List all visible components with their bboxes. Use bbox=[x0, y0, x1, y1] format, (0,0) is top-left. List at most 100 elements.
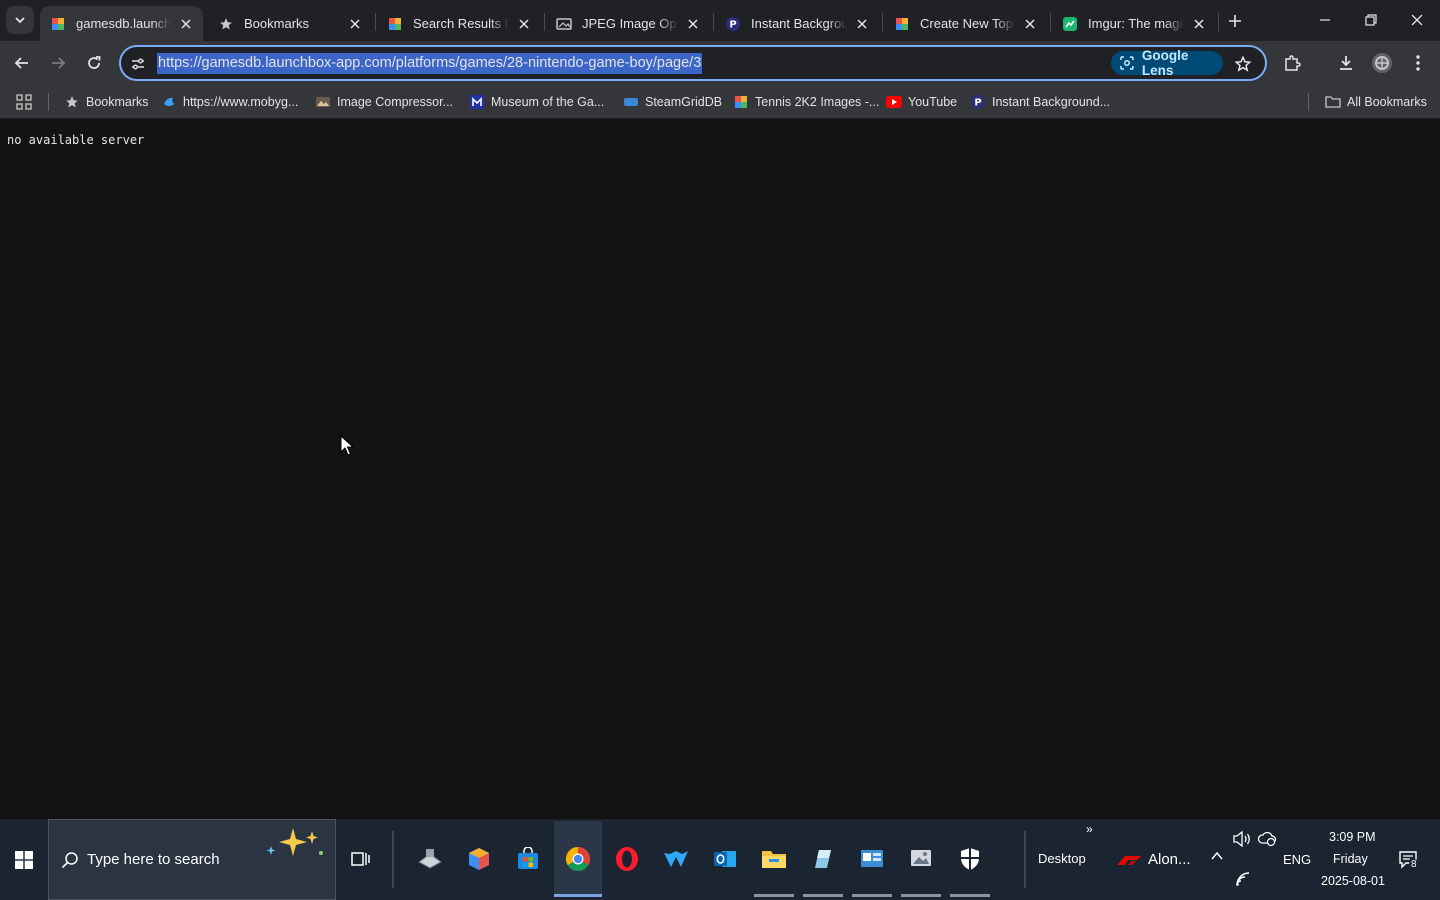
tab-imgur[interactable]: Imgur: The magic bbox=[1052, 6, 1216, 41]
outlook-icon bbox=[714, 851, 736, 867]
taskbar-app-waves[interactable] bbox=[652, 821, 700, 897]
start-button[interactable] bbox=[0, 819, 48, 900]
close-tab-icon[interactable] bbox=[853, 15, 871, 33]
taskbar-app-opera[interactable] bbox=[603, 821, 651, 897]
image-viewer-icon bbox=[911, 850, 931, 866]
google-lens-button[interactable]: Google Lens bbox=[1111, 48, 1223, 78]
bookmark-star-button[interactable] bbox=[1229, 50, 1257, 78]
close-window-button[interactable] bbox=[1394, 0, 1440, 40]
more-vert-icon bbox=[1416, 55, 1420, 71]
downloads-button[interactable] bbox=[1330, 47, 1362, 79]
page-content: no available server bbox=[0, 120, 1440, 819]
forward-button[interactable] bbox=[42, 47, 74, 79]
clock-day[interactable]: Friday bbox=[1333, 852, 1368, 866]
folder-icon bbox=[1325, 94, 1341, 110]
desktop-toolbar-label[interactable]: Desktop bbox=[1038, 851, 1086, 866]
show-hidden-icons-button[interactable] bbox=[1210, 849, 1224, 866]
bookmark-item[interactable]: Bookmarks bbox=[64, 90, 149, 114]
launchbox-icon bbox=[469, 848, 489, 870]
task-view-icon bbox=[351, 852, 370, 866]
taskbar-app-chrome[interactable] bbox=[554, 821, 602, 897]
svg-text:P: P bbox=[729, 19, 736, 30]
jpeg-optimizer-icon bbox=[556, 16, 572, 32]
profile-button[interactable] bbox=[1366, 47, 1398, 79]
tab-search-button[interactable] bbox=[6, 6, 34, 34]
close-tab-icon[interactable] bbox=[1190, 15, 1208, 33]
taskbar-app-file-explorer[interactable] bbox=[750, 821, 798, 897]
tab-jpeg-optimizer[interactable]: JPEG Image Optim bbox=[546, 6, 710, 41]
chrome-icon bbox=[565, 847, 591, 872]
tab-instant-background[interactable]: P Instant Backgroun bbox=[715, 6, 879, 41]
cloud-sync-icon bbox=[1257, 831, 1277, 847]
mouse-cursor-icon bbox=[340, 435, 354, 456]
tune-icon bbox=[132, 58, 144, 70]
taskbar-app-security[interactable] bbox=[946, 821, 994, 897]
close-tab-icon[interactable] bbox=[177, 15, 195, 33]
reload-button[interactable] bbox=[78, 47, 110, 79]
taskbar-app-store[interactable] bbox=[504, 821, 552, 897]
network-button[interactable] bbox=[1235, 871, 1251, 890]
tab-title: Instant Backgroun bbox=[751, 16, 847, 31]
apps-button[interactable] bbox=[16, 90, 32, 114]
bookmark-item[interactable]: YouTube bbox=[886, 90, 957, 114]
onedrive-button[interactable] bbox=[1257, 831, 1277, 850]
close-tab-icon[interactable] bbox=[1021, 15, 1039, 33]
address-bar[interactable]: https://gamesdb.launchbox-app.com/platfo… bbox=[119, 45, 1267, 81]
bookmark-item[interactable]: SteamGridDB bbox=[623, 90, 722, 114]
toolbar-expand-icon[interactable]: » bbox=[1086, 822, 1093, 836]
close-tab-icon[interactable] bbox=[346, 15, 364, 33]
close-tab-icon[interactable] bbox=[684, 15, 702, 33]
tab-title: gamesdb.launchbox bbox=[76, 16, 171, 31]
tab-create-new-topic[interactable]: Create New Topic bbox=[884, 6, 1047, 41]
volume-button[interactable] bbox=[1232, 830, 1252, 850]
taskbar-app-outlook[interactable] bbox=[701, 821, 749, 897]
shield-icon bbox=[961, 848, 979, 870]
bookmark-item[interactable]: Image Compressor... bbox=[315, 90, 453, 114]
tab-bookmarks[interactable]: Bookmarks bbox=[208, 6, 372, 41]
task-view-button[interactable] bbox=[346, 845, 374, 873]
minimize-button[interactable] bbox=[1302, 0, 1348, 40]
apps-grid-icon bbox=[16, 94, 32, 110]
notifications-button[interactable]: 8 bbox=[1398, 849, 1420, 874]
tab-search-results[interactable]: Search Results for bbox=[377, 6, 541, 41]
minimize-icon bbox=[1320, 19, 1330, 21]
star-icon bbox=[64, 94, 80, 110]
taskbar-app-photos[interactable] bbox=[897, 821, 945, 897]
launchbox-icon bbox=[733, 94, 749, 110]
clock-date[interactable]: 2025-08-01 bbox=[1321, 874, 1385, 888]
chevron-up-icon bbox=[1211, 851, 1223, 860]
close-tab-icon[interactable] bbox=[515, 15, 533, 33]
back-button[interactable] bbox=[6, 47, 38, 79]
bookmark-item[interactable]: Museum of the Ga... bbox=[469, 90, 604, 114]
restore-button[interactable] bbox=[1348, 0, 1394, 40]
new-tab-button[interactable] bbox=[1222, 8, 1248, 34]
steamgriddb-icon bbox=[623, 94, 639, 110]
taskbar-app-retro-console[interactable] bbox=[406, 821, 454, 897]
all-bookmarks-button[interactable]: All Bookmarks bbox=[1325, 90, 1427, 114]
clock-time[interactable]: 3:09 PM bbox=[1329, 830, 1376, 844]
tab-gamesdb[interactable]: gamesdb.launchbox bbox=[40, 6, 203, 41]
taskbar-app-launchbox[interactable] bbox=[455, 821, 503, 897]
taskbar-app-pen-tool[interactable] bbox=[799, 821, 847, 897]
pen-icon bbox=[815, 850, 831, 868]
mobygames-icon bbox=[161, 94, 177, 110]
site-info-button[interactable] bbox=[127, 53, 149, 75]
store-icon bbox=[518, 847, 538, 869]
extensions-button[interactable] bbox=[1276, 47, 1308, 79]
download-icon bbox=[1340, 56, 1352, 70]
bookmark-item[interactable]: https://www.mobyg... bbox=[161, 90, 298, 114]
bookmark-item[interactable]: P Instant Background... bbox=[970, 90, 1110, 114]
taskbar-search-box[interactable]: Type here to search bbox=[48, 819, 336, 900]
taskbar-app-control-panel[interactable] bbox=[848, 821, 896, 897]
f1-widget[interactable]: Alon... bbox=[1116, 851, 1191, 868]
input-language[interactable]: ENG bbox=[1283, 852, 1311, 867]
error-message: no available server bbox=[7, 133, 145, 147]
speaker-icon bbox=[1233, 830, 1250, 848]
bookmark-item[interactable]: Tennis 2K2 Images -... bbox=[733, 90, 879, 114]
windows-logo-icon bbox=[15, 850, 33, 869]
imgur-icon bbox=[1062, 16, 1078, 32]
f1-logo-icon bbox=[1117, 855, 1141, 865]
menu-button[interactable] bbox=[1402, 47, 1434, 79]
url-text[interactable]: https://gamesdb.launchbox-app.com/platfo… bbox=[157, 53, 703, 74]
star-icon bbox=[218, 16, 234, 32]
